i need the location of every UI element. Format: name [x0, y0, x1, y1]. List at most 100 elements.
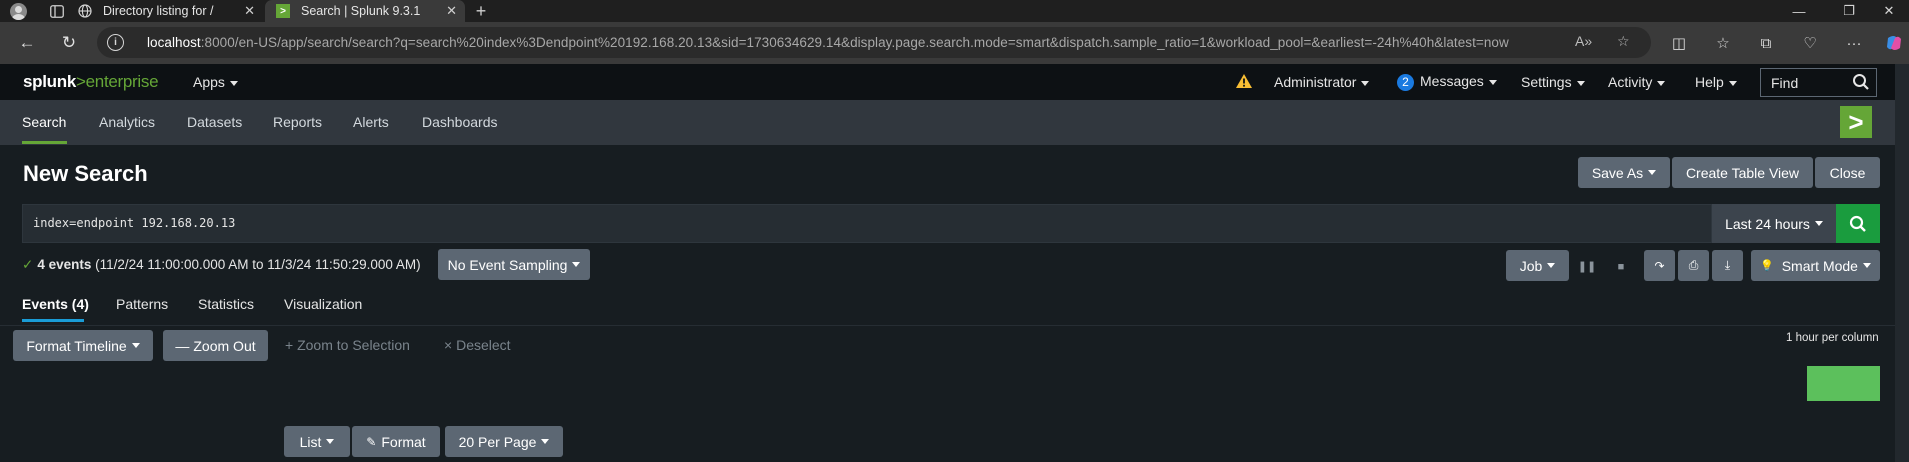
chevron-down-icon	[131, 343, 140, 348]
chevron-down-icon	[1728, 80, 1737, 86]
nav-tab-reports[interactable]: Reports	[273, 114, 322, 130]
split-screen-icon[interactable]: ◫	[1668, 32, 1690, 54]
address-bar[interactable]: i localhost:8000/en-US/app/search/search…	[97, 27, 1651, 58]
find-input[interactable]: Find	[1760, 68, 1877, 97]
nav-tab-datasets[interactable]: Datasets	[187, 114, 242, 130]
messages-count-badge: 2	[1397, 74, 1414, 91]
favorite-star-icon[interactable]: ☆	[1617, 33, 1630, 50]
search-status: ✓ 4 events (11/2/24 11:00:00.000 AM to 11…	[22, 257, 421, 272]
settings-menu[interactable]: Settings	[1521, 74, 1585, 90]
run-search-button[interactable]	[1836, 204, 1880, 243]
share-icon[interactable]: ↷	[1644, 250, 1675, 281]
chevron-down-icon	[1862, 263, 1871, 268]
copilot-icon[interactable]	[1884, 32, 1904, 54]
app-navigation-bar: Search Analytics Datasets Reports Alerts…	[0, 100, 1895, 145]
more-menu-icon[interactable]: ···	[1843, 32, 1865, 54]
splunk-logo[interactable]: splunk>enterprise	[23, 72, 159, 92]
export-icon[interactable]: ⤓	[1712, 250, 1743, 281]
profile-avatar-icon[interactable]	[9, 2, 27, 20]
refresh-icon[interactable]: ↻	[58, 32, 80, 54]
tab-events[interactable]: Events (4)	[22, 296, 89, 312]
minimize-icon[interactable]: —	[1779, 0, 1819, 22]
chevron-down-icon	[1361, 80, 1370, 86]
help-menu[interactable]: Help	[1695, 74, 1737, 90]
search-main-panel: New Search Save As Create Table View Clo…	[0, 145, 1895, 462]
messages-menu[interactable]: 2 Messages	[1397, 73, 1497, 91]
list-view-dropdown[interactable]: List	[284, 426, 350, 457]
zoom-to-selection-link[interactable]: + Zoom to Selection	[285, 337, 410, 353]
tab-statistics[interactable]: Statistics	[198, 296, 254, 312]
activity-menu[interactable]: Activity	[1608, 74, 1666, 90]
plus-icon: +	[285, 337, 298, 353]
print-icon[interactable]: ⎙	[1678, 250, 1709, 281]
close-tab-icon[interactable]: ✕	[244, 3, 255, 19]
chevron-down-icon	[572, 262, 581, 267]
globe-icon	[77, 3, 93, 19]
warning-icon[interactable]	[1235, 73, 1253, 89]
chevron-down-icon	[1576, 80, 1585, 86]
nav-tab-alerts[interactable]: Alerts	[353, 114, 389, 130]
pause-icon[interactable]: ❚❚	[1572, 251, 1602, 282]
browser-essentials-icon[interactable]: ♡	[1799, 32, 1821, 54]
site-info-icon[interactable]: i	[107, 34, 124, 51]
minus-icon: —	[175, 337, 190, 354]
chevron-down-icon	[1547, 263, 1556, 268]
save-as-button[interactable]: Save As	[1578, 157, 1670, 188]
time-range-picker[interactable]: Last 24 hours	[1712, 204, 1836, 243]
checkmark-icon: ✓	[22, 257, 34, 272]
chevron-down-icon	[326, 439, 335, 444]
per-page-dropdown[interactable]: 20 Per Page	[445, 426, 563, 457]
workspaces-icon[interactable]	[48, 2, 66, 20]
chevron-down-icon	[229, 80, 238, 86]
timeline-bar[interactable]	[1807, 366, 1880, 401]
back-icon[interactable]: ←	[16, 32, 38, 54]
nav-tab-search[interactable]: Search	[22, 114, 66, 130]
close-tab-icon[interactable]: ✕	[446, 3, 457, 19]
create-table-view-button[interactable]: Create Table View	[1672, 157, 1813, 188]
browser-tab-title: Search | Splunk 9.3.1	[301, 4, 421, 18]
zoom-out-button[interactable]: — Zoom Out	[163, 330, 268, 361]
read-aloud-icon[interactable]: A»	[1575, 33, 1592, 49]
page-title: New Search	[23, 161, 148, 186]
nav-tab-dashboards[interactable]: Dashboards	[422, 114, 498, 130]
bulb-icon: 💡	[1760, 260, 1774, 272]
divider	[0, 325, 1895, 326]
timeline-scale-label: 1 hour per column	[1786, 332, 1879, 344]
favorites-icon[interactable]: ☆	[1712, 32, 1734, 54]
close-window-icon[interactable]: ✕	[1869, 0, 1909, 22]
new-tab-icon[interactable]: +	[472, 1, 490, 21]
user-menu[interactable]: Administrator	[1274, 74, 1370, 90]
deselect-link[interactable]: × Deselect	[444, 337, 511, 353]
close-button[interactable]: Close	[1815, 157, 1880, 188]
chevron-down-icon	[1814, 221, 1823, 226]
browser-tab-splunk[interactable]: > Search | Splunk 9.3.1 ✕	[265, 0, 465, 22]
browser-address-row: ← ↻ i localhost:8000/en-US/app/search/se…	[0, 22, 1909, 64]
nav-tab-analytics[interactable]: Analytics	[99, 114, 155, 130]
search-mode-dropdown[interactable]: 💡 Smart Mode	[1751, 250, 1880, 281]
stop-icon[interactable]: ■	[1606, 251, 1636, 282]
chevron-down-icon	[1648, 170, 1657, 175]
search-app-logo-icon: >	[1840, 106, 1872, 138]
tab-visualization[interactable]: Visualization	[284, 296, 362, 312]
search-query-input[interactable]: index=endpoint 192.168.20.13	[22, 204, 1712, 243]
format-timeline-button[interactable]: Format Timeline	[13, 330, 153, 361]
apps-menu[interactable]: Apps	[193, 74, 238, 90]
browser-tab-title: Directory listing for /	[103, 4, 214, 18]
pencil-icon: ✎	[366, 434, 377, 449]
restore-icon[interactable]: ❐	[1829, 0, 1869, 22]
url-text[interactable]: localhost:8000/en-US/app/search/search?q…	[147, 35, 1509, 50]
chevron-down-icon	[1657, 80, 1666, 86]
splunk-favicon-icon: >	[275, 3, 291, 19]
search-query-text: index=endpoint 192.168.20.13	[33, 216, 236, 230]
splunk-global-header: splunk>enterprise Apps Administrator 2 Me…	[0, 64, 1909, 100]
collections-icon[interactable]: ⧉	[1755, 32, 1777, 54]
browser-tab-directory[interactable]: Directory listing for / ✕	[67, 0, 263, 22]
tab-patterns[interactable]: Patterns	[116, 296, 168, 312]
page-scrollbar[interactable]	[1895, 64, 1909, 462]
job-menu-button[interactable]: Job	[1506, 250, 1569, 281]
format-button[interactable]: ✎ Format	[352, 426, 440, 457]
event-sampling-dropdown[interactable]: No Event Sampling	[438, 249, 590, 280]
chevron-down-icon	[541, 439, 550, 444]
search-icon	[1849, 215, 1866, 232]
search-icon[interactable]	[1852, 73, 1870, 91]
